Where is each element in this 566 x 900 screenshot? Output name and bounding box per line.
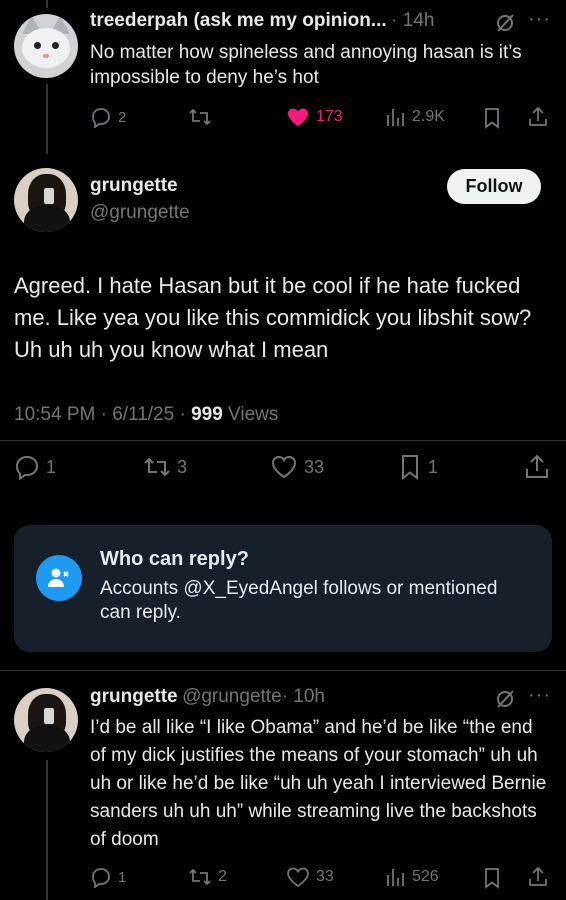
who-can-reply-title: Who can reply? bbox=[100, 548, 249, 570]
views-label: Views bbox=[222, 404, 279, 425]
retweet-icon bbox=[189, 868, 211, 886]
reply-count: 1 bbox=[46, 456, 57, 477]
grok-icon[interactable] bbox=[494, 12, 516, 34]
grok-icon[interactable] bbox=[494, 688, 516, 710]
tweet-timestamp[interactable]: 10:54 PM · 6/11/25 · bbox=[14, 404, 191, 425]
reply-count: 2 bbox=[118, 108, 127, 126]
avatar-phone bbox=[44, 708, 54, 724]
tweet-text: I’d be all like “I like Obama” and he’d … bbox=[90, 717, 547, 850]
tweet-text: Agreed. I hate Hasan but it be cool if h… bbox=[14, 273, 532, 362]
views-count: 999 bbox=[191, 404, 223, 425]
share-icon[interactable] bbox=[524, 454, 550, 480]
more-icon[interactable]: ··· bbox=[528, 8, 551, 31]
views-count: 526 bbox=[412, 868, 439, 885]
thread-line bbox=[46, 84, 48, 154]
like-count: 173 bbox=[316, 108, 343, 125]
thread-line-top bbox=[46, 0, 48, 8]
like-button[interactable]: 33 bbox=[286, 866, 334, 888]
reply-count: 1 bbox=[118, 868, 127, 886]
user-handle[interactable]: @grungette bbox=[182, 686, 282, 707]
user-name[interactable]: grungette bbox=[90, 686, 178, 707]
tweet-header: grungette @grungette· 10h bbox=[90, 686, 325, 708]
reply-button[interactable]: 1 bbox=[14, 454, 56, 480]
who-can-reply-description: Accounts @X_EyedAngel follows or mention… bbox=[100, 578, 498, 623]
reply-icon bbox=[15, 455, 39, 480]
views-button[interactable]: 526 bbox=[384, 866, 439, 888]
tweet-meta: 10:54 PM · 6/11/25 · 999 Views bbox=[14, 404, 278, 426]
cat-eye bbox=[34, 42, 41, 49]
tweet-time[interactable]: · 14h bbox=[391, 10, 434, 31]
bookmark-icon[interactable] bbox=[482, 107, 502, 129]
user-name[interactable]: treederpah (ask me my opinion... bbox=[90, 10, 387, 31]
cat-face bbox=[22, 28, 70, 68]
retweet-button[interactable]: 2 bbox=[188, 866, 227, 888]
who-can-reply-panel: Who can reply? Accounts @X_EyedAngel fol… bbox=[14, 525, 552, 652]
bookmark-count: 1 bbox=[428, 456, 439, 477]
avatar[interactable] bbox=[14, 688, 78, 752]
views-button[interactable]: 2.9K bbox=[384, 106, 445, 128]
heart-filled-icon bbox=[288, 108, 308, 126]
retweet-icon bbox=[144, 457, 170, 477]
tweet-time[interactable]: · 10h bbox=[282, 686, 325, 707]
like-button[interactable]: 33 bbox=[270, 454, 324, 480]
cat-nose bbox=[43, 54, 49, 58]
views-icon bbox=[387, 869, 404, 886]
more-icon[interactable]: ··· bbox=[528, 684, 551, 707]
divider bbox=[0, 670, 566, 671]
cat-eye bbox=[52, 42, 59, 49]
reply-button[interactable]: 1 bbox=[90, 866, 126, 888]
retweet-button[interactable] bbox=[188, 106, 212, 128]
heart-icon bbox=[287, 867, 309, 888]
like-count: 33 bbox=[316, 868, 334, 885]
reply-icon bbox=[92, 108, 110, 128]
bookmark-icon[interactable] bbox=[482, 867, 502, 889]
user-name[interactable]: grungette bbox=[90, 175, 178, 197]
thread-line bbox=[46, 760, 48, 900]
reply-button[interactable]: 2 bbox=[90, 106, 126, 128]
bookmark-icon bbox=[402, 455, 418, 480]
like-button[interactable]: 173 bbox=[286, 106, 343, 128]
avatar[interactable] bbox=[14, 168, 78, 232]
retweet-icon bbox=[189, 108, 211, 126]
follow-button[interactable]: Follow bbox=[447, 169, 541, 204]
retweet-count: 2 bbox=[218, 868, 227, 885]
reply-icon bbox=[92, 868, 110, 888]
share-icon[interactable] bbox=[527, 866, 549, 888]
views-icon bbox=[387, 109, 404, 126]
user-handle[interactable]: @grungette bbox=[90, 202, 190, 224]
avatar-body bbox=[24, 206, 70, 232]
views-count: 2.9K bbox=[412, 108, 445, 125]
divider bbox=[0, 440, 566, 441]
share-icon[interactable] bbox=[527, 106, 549, 128]
retweet-count: 3 bbox=[177, 456, 188, 477]
bookmark-button[interactable]: 1 bbox=[398, 454, 438, 480]
tweet-text: No matter how spineless and annoying has… bbox=[90, 42, 522, 88]
heart-icon bbox=[271, 455, 297, 479]
like-count: 33 bbox=[304, 456, 325, 477]
person-icon bbox=[36, 555, 82, 601]
retweet-button[interactable]: 3 bbox=[143, 454, 187, 480]
avatar-body bbox=[24, 726, 70, 752]
tweet-header: treederpah (ask me my opinion... · 14h bbox=[90, 10, 540, 32]
avatar[interactable] bbox=[14, 14, 78, 78]
avatar-phone bbox=[44, 188, 54, 204]
